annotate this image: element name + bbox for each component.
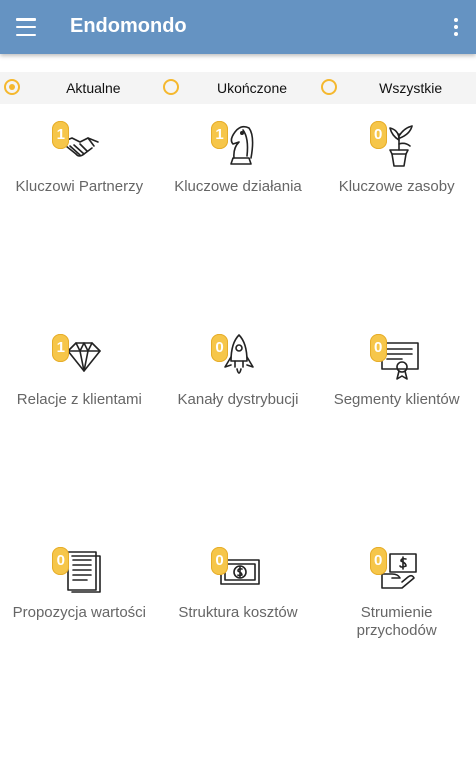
filter-bar: Aktualne Ukończone Wszystkie — [0, 72, 476, 104]
filter-label: Aktualne — [66, 80, 121, 96]
certificate-icon: 0 — [369, 331, 422, 383]
tile-segmenty-klientow[interactable]: 0 Segmenty klientów — [317, 331, 476, 544]
filter-label: Wszystkie — [379, 80, 443, 96]
tile-label: Kanały dystrybucji — [177, 391, 299, 408]
filter-wszystkie[interactable]: Wszystkie — [317, 72, 476, 104]
tile-label: Kluczowe zasoby — [338, 178, 455, 195]
money-hand-icon: 0 — [369, 544, 422, 596]
count-badge: 0 — [369, 334, 387, 362]
tile-kluczowe-zasoby[interactable]: 0 Kluczowe zasoby — [317, 118, 476, 331]
more-options-icon[interactable] — [448, 15, 464, 39]
tile-propozycja-wartosci[interactable]: 0 Propozycja wartości — [0, 544, 159, 757]
menu-icon[interactable] — [14, 15, 38, 39]
filter-label: Ukończone — [216, 80, 288, 96]
plant-pot-icon: 0 — [369, 118, 422, 170]
count-badge: 0 — [210, 547, 228, 575]
tile-label: Kluczowi Partnerzy — [15, 178, 144, 195]
tile-kluczowi-partnerzy[interactable]: 1 Kluczowi Partnerzy — [0, 118, 159, 331]
tile-label: Propozycja wartości — [12, 604, 147, 621]
app-title: Endomondo — [70, 15, 187, 37]
count-badge: 1 — [52, 121, 70, 149]
chess-knight-icon: 1 — [210, 118, 263, 170]
tile-label: Relacje z klientami — [16, 391, 142, 408]
filter-aktualne[interactable]: Aktualne — [0, 72, 159, 104]
tile-kanaly-dystrybucji[interactable]: 0 Kanały dystrybucji — [159, 331, 318, 544]
handshake-icon: 1 — [52, 118, 104, 170]
count-badge: 1 — [52, 334, 70, 362]
tile-struktura-kosztow[interactable]: 0 Struktura kosztów — [159, 544, 318, 757]
count-badge: 1 — [210, 121, 228, 149]
tile-label: Struktura kosztów — [178, 604, 298, 621]
count-badge: 0 — [369, 547, 387, 575]
tile-relacje-z-klientami[interactable]: 1 Relacje z klientami — [0, 331, 159, 544]
document-icon: 0 — [52, 544, 104, 596]
diamond-icon: 1 — [52, 331, 104, 383]
tile-label: Segmenty klientów — [333, 391, 460, 408]
tile-label: Kluczowe działania — [174, 178, 302, 195]
filter-ukonczone[interactable]: Ukończone — [159, 72, 318, 104]
dollar-bill-icon: 0 — [210, 544, 263, 596]
count-badge: 0 — [52, 547, 70, 575]
tile-kluczowe-dzialania[interactable]: 1 Kluczowe działania — [159, 118, 318, 331]
tile-label: Strumienie przychodów — [356, 604, 437, 639]
rocket-icon: 0 — [210, 331, 263, 383]
count-badge: 0 — [210, 334, 228, 362]
app-bar: Endomondo — [0, 0, 476, 54]
tile-strumienie-przychodow[interactable]: 0 Strumienie przychodów — [317, 544, 476, 757]
canvas-grid: 1 Kluczowi Partnerzy 1 Kluczowe działani… — [0, 118, 476, 757]
count-badge: 0 — [369, 121, 387, 149]
